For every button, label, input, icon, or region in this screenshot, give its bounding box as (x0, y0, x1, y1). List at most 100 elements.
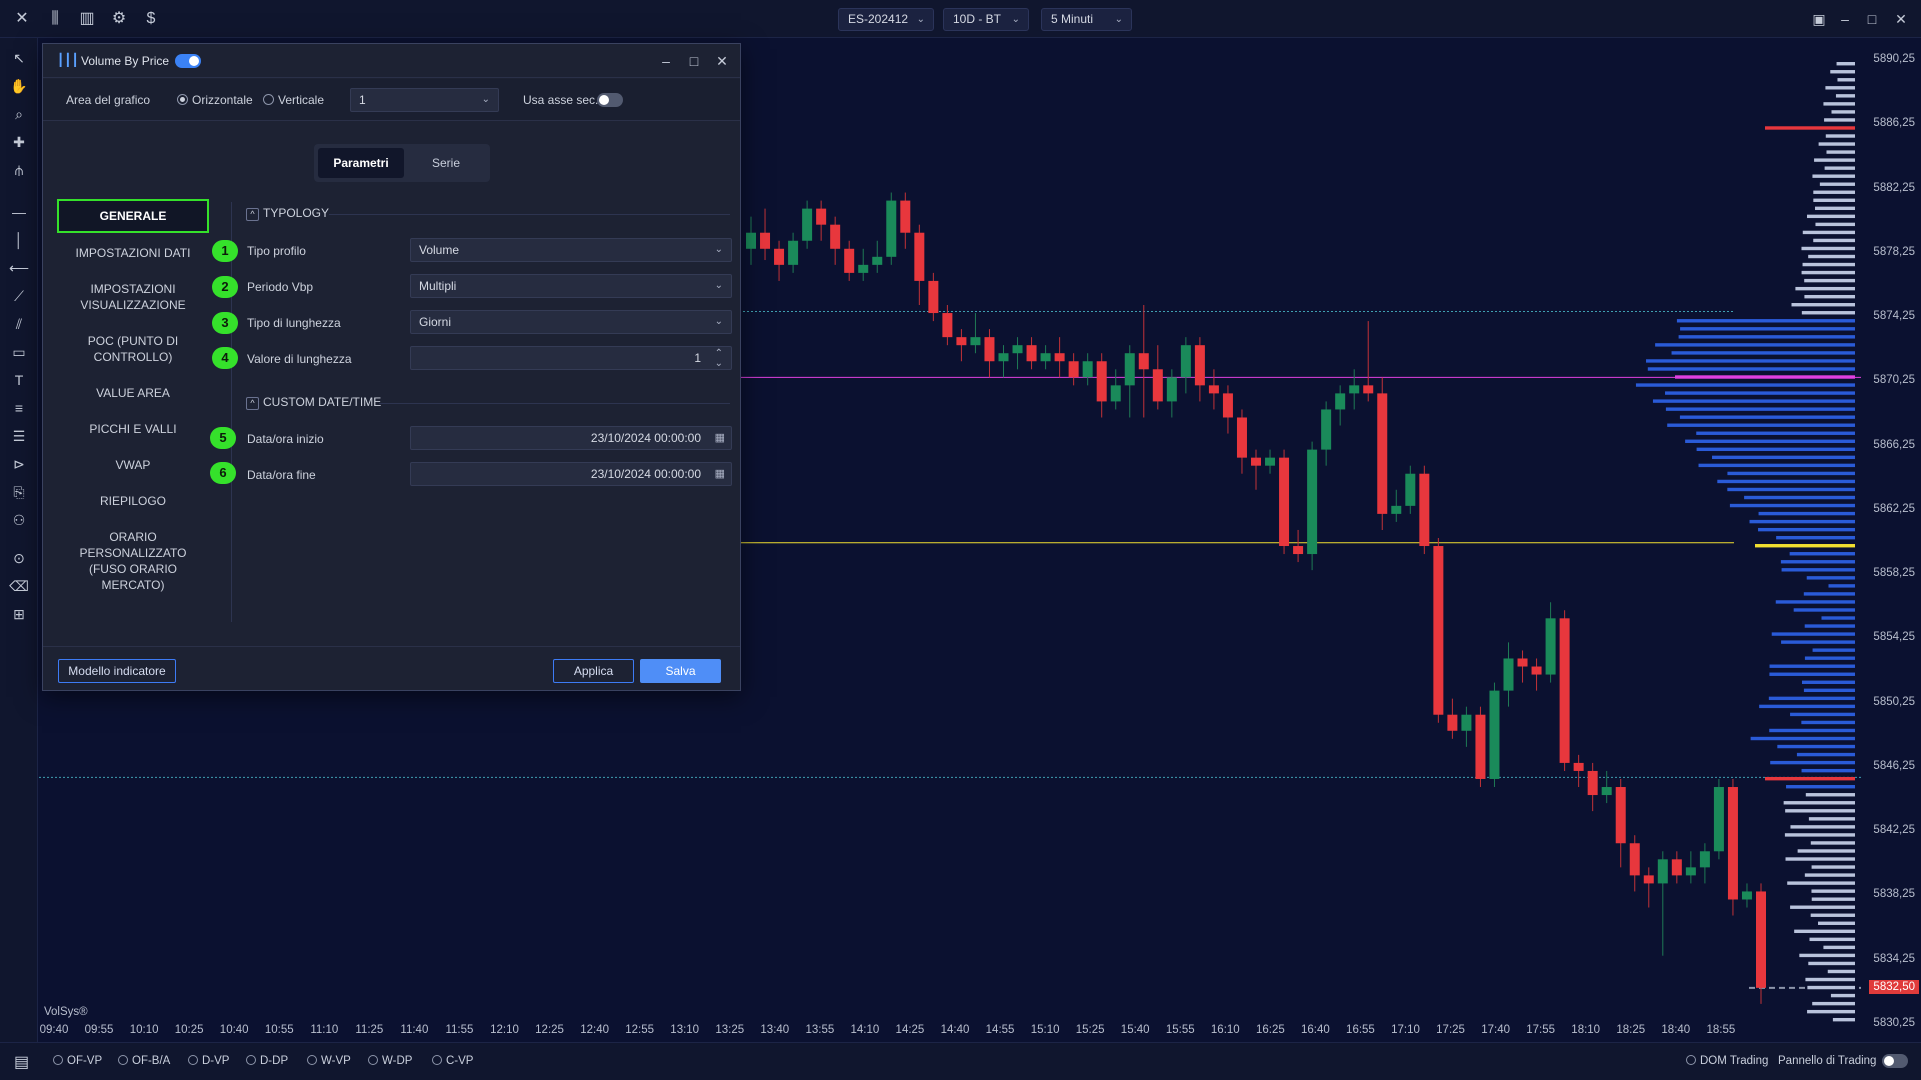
save-button[interactable]: Salva (640, 659, 721, 683)
bar-chart-icon[interactable]: ▥ (77, 9, 97, 29)
nav-poc[interactable]: POC (PUNTO DI CONTROLLO) (57, 333, 209, 365)
volume-profile-bar (1665, 391, 1855, 395)
section-custom-datetime[interactable]: ^ CUSTOM DATE/TIME (246, 395, 381, 410)
maximize-icon[interactable]: □ (1861, 8, 1883, 30)
mode-radio-ofvp[interactable]: OF-VP (53, 1055, 102, 1067)
zoom-icon[interactable]: ⌕ (9, 104, 29, 124)
magnet-icon[interactable]: ⫛ (9, 160, 29, 180)
close-window-icon[interactable]: ✕ (1890, 8, 1912, 30)
volume-profile-bar (1809, 937, 1855, 942)
time-tick-label: 10:10 (129, 1024, 159, 1036)
indicator-enabled-toggle[interactable] (175, 54, 201, 68)
tipo-lunghezza-select[interactable]: Giorni ⌄ (410, 310, 732, 334)
stepper-arrows-icon[interactable]: ⌃ ⌄ (715, 349, 723, 369)
order-icon[interactable]: ⎘ (9, 482, 29, 502)
orientation-horizontal-radio[interactable]: Orizzontale (177, 93, 253, 107)
volume-profile-bar (1783, 801, 1855, 805)
add-object-icon[interactable]: ⊞ (9, 604, 29, 624)
close-icon[interactable]: ✕ (12, 9, 32, 29)
candle-body (1503, 658, 1514, 691)
price-axis[interactable]: 5890,25 5886,25 5882,25 5878,25 5874,25 5870,… (1861, 38, 1921, 1038)
candle-body (1447, 714, 1458, 731)
crosshair-icon[interactable]: ✚ (9, 132, 29, 152)
dollar-icon[interactable]: $ (141, 9, 161, 29)
periodo-vbp-select[interactable]: Multipli ⌄ (410, 274, 732, 298)
dom-trading-label: DOM Trading (1700, 1055, 1769, 1067)
panel-toggle-icon[interactable]: ▤ (14, 1052, 29, 1072)
maximize-icon[interactable]: □ (684, 51, 704, 71)
vertical-line-icon[interactable]: │ (9, 230, 29, 250)
mode-radio-wdp[interactable]: W-DP (368, 1055, 412, 1067)
dialog-titlebar[interactable]: ┃┃┃ Volume By Price – □ ✕ (43, 44, 740, 78)
calendar-icon[interactable]: ▦ (715, 463, 725, 485)
volume-profile-bar (1825, 134, 1855, 138)
candle-body (830, 224, 841, 249)
symbol-select[interactable]: ES-202412 ⌄ (838, 8, 934, 31)
orientation-vertical-label: Verticale (278, 93, 325, 107)
channel-icon[interactable]: ⫽ (9, 314, 29, 334)
tab-parametri[interactable]: Parametri (318, 148, 404, 178)
layout-icon[interactable]: ▣ (1808, 8, 1830, 30)
time-tick-label: 11:40 (400, 1024, 429, 1036)
eraser-icon[interactable]: ⌫ (9, 576, 29, 596)
dom-trading-radio[interactable]: DOM Trading (1686, 1055, 1768, 1067)
close-icon[interactable]: ✕ (712, 51, 732, 71)
period-select[interactable]: 10D - BT ⌄ (943, 8, 1029, 31)
valore-lunghezza-stepper[interactable]: 1 ⌃ ⌄ (410, 346, 732, 370)
trading-panel-toggle[interactable] (1882, 1054, 1908, 1068)
mode-radio-ofba[interactable]: OF-B/A (118, 1055, 170, 1067)
fib-icon[interactable]: ≡ (9, 398, 29, 418)
text-icon[interactable]: T (9, 370, 29, 390)
mode-label: OF-VP (67, 1055, 103, 1067)
nav-riepilogo[interactable]: RIEPILOGO (57, 493, 209, 509)
data-inizio-input[interactable]: 23/10/2024 00:00:00 ▦ (410, 426, 732, 450)
measure-icon[interactable]: ⊳ (9, 454, 29, 474)
nav-orario-personalizzato[interactable]: ORARIO PERSONALIZZATO (FUSO ORARIO MERCA… (57, 529, 209, 593)
indicator-template-button[interactable]: Modello indicatore (58, 659, 176, 683)
nav-value-area[interactable]: VALUE AREA (57, 385, 209, 401)
rectangle-icon[interactable]: ▭ (9, 342, 29, 362)
tipo-profilo-select[interactable]: Volume ⌄ (410, 238, 732, 262)
apply-button[interactable]: Applica (553, 659, 634, 683)
horizontal-line-icon[interactable]: — (9, 202, 29, 222)
volume-profile-bar (1827, 969, 1855, 974)
mode-radio-dvp[interactable]: D-VP (188, 1055, 229, 1067)
cursor-icon[interactable]: ↖ (9, 48, 29, 68)
minimize-icon[interactable]: – (1834, 8, 1856, 30)
chart-area-select[interactable]: 1 ⌄ (350, 88, 499, 112)
trendline-icon[interactable]: ⟋ (9, 286, 29, 306)
time-tick-label: 15:25 (1075, 1024, 1105, 1036)
nav-impostazioni-dati[interactable]: IMPOSTAZIONI DATI (57, 245, 209, 261)
orientation-vertical-radio[interactable]: Verticale (263, 93, 324, 107)
mode-radio-cvp[interactable]: C-VP (432, 1055, 473, 1067)
nav-vwap[interactable]: VWAP (57, 457, 209, 473)
candle-body (970, 337, 981, 346)
nav-generale[interactable]: GENERALE (57, 199, 209, 233)
field-label-data-inizio: Data/ora inizio (247, 432, 324, 446)
lock-icon[interactable]: ⊙ (9, 548, 29, 568)
levels-icon[interactable]: ☰ (9, 426, 29, 446)
alert-icon[interactable]: ⚇ (9, 510, 29, 530)
time-tick-label: 14:40 (940, 1024, 970, 1036)
ray-icon[interactable]: ⟵ (9, 258, 29, 278)
volume-profile-bar (1821, 616, 1855, 620)
nav-picchi-valli[interactable]: PICCHI E VALLI (57, 421, 209, 437)
settings-gear-icon[interactable]: ⚙ (109, 9, 129, 29)
tab-serie[interactable]: Serie (406, 148, 486, 178)
minimize-icon[interactable]: – (656, 51, 676, 71)
mode-radio-ddp[interactable]: D-DP (246, 1055, 288, 1067)
hand-icon[interactable]: ✋ (9, 76, 29, 96)
nav-impostazioni-visualizzazione[interactable]: IMPOSTAZIONI VISUALIZZAZIONE (57, 281, 209, 313)
field-badge-1: 1 (212, 240, 238, 262)
volume-profile-bar (1781, 640, 1855, 644)
secondary-axis-toggle[interactable] (597, 93, 623, 107)
timeframe-select[interactable]: 5 Minuti ⌄ (1041, 8, 1132, 31)
calendar-icon[interactable]: ▦ (715, 427, 725, 449)
data-fine-input[interactable]: 23/10/2024 00:00:00 ▦ (410, 462, 732, 486)
candles-icon[interactable]: ⫼ (45, 9, 65, 29)
time-axis[interactable]: 09:40 09:55 10:10 10:25 10:40 10:55 11:10 11:25… (39, 1022, 1861, 1040)
section-typology[interactable]: ^ TYPOLOGY (246, 206, 329, 221)
mode-radio-wvp[interactable]: W-VP (307, 1055, 351, 1067)
volume-profile-bar (1665, 407, 1855, 411)
volume-profile-bar (1769, 664, 1855, 668)
